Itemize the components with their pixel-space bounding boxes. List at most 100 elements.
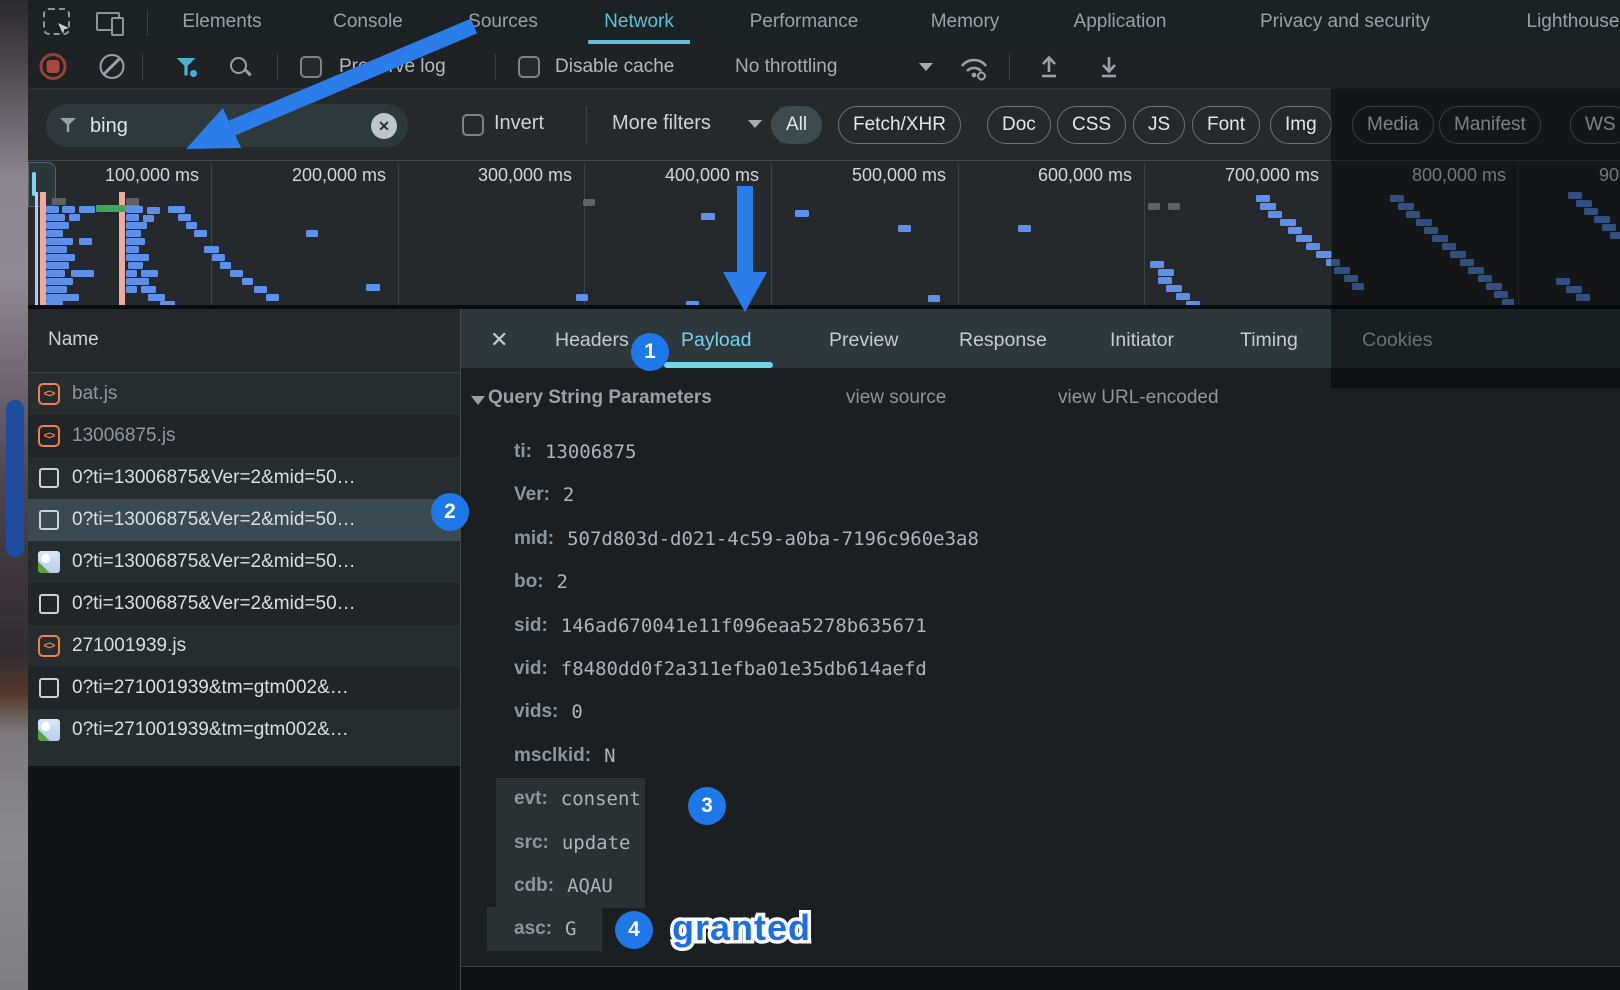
invert-checkbox[interactable] xyxy=(462,114,484,136)
waterfall-bar xyxy=(126,222,147,229)
inspect-element-button[interactable] xyxy=(43,0,70,43)
overview-gridline xyxy=(1144,163,1145,308)
network-conditions-button[interactable] xyxy=(957,45,991,88)
waterfall-bar xyxy=(168,206,185,213)
clear-icon xyxy=(100,54,125,79)
waterfall-bar xyxy=(1150,261,1164,268)
annotation-badge-3: 3 xyxy=(688,787,726,825)
type-pill-all[interactable]: All xyxy=(771,106,822,144)
param-key: bo: xyxy=(514,571,544,593)
upload-icon xyxy=(1037,54,1061,80)
waterfall-bar xyxy=(46,270,65,277)
param-value: 0 xyxy=(571,701,582,723)
waterfall-bar xyxy=(1168,203,1180,210)
overview-gridline xyxy=(771,163,772,308)
detail-tab-initiator[interactable]: Initiator xyxy=(1110,309,1174,368)
tab-network[interactable]: Network xyxy=(588,0,690,44)
table-row-request[interactable]: <>bat.js xyxy=(28,373,460,415)
divider xyxy=(495,54,496,80)
preserve-log-checkbox[interactable] xyxy=(300,45,322,88)
table-row-request[interactable]: 0?ti=13006875&Ver=2&mid=50… xyxy=(28,457,460,499)
name-column-label: Name xyxy=(48,329,99,351)
waterfall-bar xyxy=(126,270,137,277)
view-source-link[interactable]: view source xyxy=(846,387,946,409)
waterfall-bar xyxy=(126,286,137,293)
waterfall-bar xyxy=(126,238,145,245)
detail-tab-payload[interactable]: Payload xyxy=(681,309,751,368)
tab-application[interactable]: Application xyxy=(1058,0,1183,44)
record-stop-icon xyxy=(40,53,67,80)
detail-tab-response[interactable]: Response xyxy=(959,309,1047,368)
waterfall-bar xyxy=(194,230,207,237)
waterfall-bar xyxy=(212,254,225,261)
detail-tab-headers[interactable]: Headers xyxy=(555,309,629,368)
name-column-header[interactable]: Name xyxy=(28,309,460,373)
waterfall-bar xyxy=(266,294,279,301)
tab-privacy-and-security[interactable]: Privacy and security xyxy=(1244,0,1446,44)
tab-elements[interactable]: Elements xyxy=(166,0,277,44)
throttling-select[interactable]: No throttling xyxy=(735,45,837,88)
disable-cache-checkbox[interactable] xyxy=(518,45,540,88)
table-row-request[interactable]: <> 271001939.js xyxy=(28,625,460,667)
filter-funnel-icon xyxy=(60,118,76,132)
export-har-button[interactable] xyxy=(1097,45,1121,88)
detail-tab-timing[interactable]: Timing xyxy=(1240,309,1298,368)
waterfall-bar xyxy=(1306,243,1320,250)
import-har-button[interactable] xyxy=(1037,45,1061,88)
param-key: asc: xyxy=(514,918,552,940)
filter-toggle-button[interactable] xyxy=(176,45,196,88)
tab-lighthouse[interactable]: Lighthouse xyxy=(1511,0,1620,44)
device-toolbar-button[interactable] xyxy=(96,0,124,43)
table-row-request[interactable]: 0?ti=271001939&tm=gtm002&… xyxy=(28,667,460,709)
view-url-encoded-link[interactable]: view URL-encoded xyxy=(1058,387,1219,409)
detail-bottom-strip xyxy=(461,967,1620,990)
type-pill-doc[interactable]: Doc xyxy=(987,106,1051,144)
type-pill-js[interactable]: JS xyxy=(1133,106,1185,144)
filter-text-field[interactable]: ✕ xyxy=(46,104,408,147)
search-button[interactable] xyxy=(228,45,252,88)
waterfall-bar xyxy=(46,246,67,253)
detail-tab-preview[interactable]: Preview xyxy=(829,309,898,368)
type-pill-img[interactable]: Img xyxy=(1270,106,1332,144)
script-icon: <> xyxy=(38,635,60,657)
request-name: 271001939.js xyxy=(72,635,186,657)
param-key: src: xyxy=(514,832,549,854)
waterfall-bar xyxy=(46,214,65,221)
table-row-request[interactable]: <>13006875.js xyxy=(28,415,460,457)
waterfall-bar xyxy=(69,214,80,221)
param-key: vid: xyxy=(514,658,548,680)
type-pill-fetch/xhr[interactable]: Fetch/XHR xyxy=(838,106,961,144)
param-row-src: src: update xyxy=(514,829,631,857)
chevron-down-icon xyxy=(748,120,762,128)
tab-sources[interactable]: Sources xyxy=(452,0,554,44)
close-detail-icon[interactable]: ✕ xyxy=(490,309,508,368)
type-pill-font[interactable]: Font xyxy=(1192,106,1260,144)
tab-console[interactable]: Console xyxy=(317,0,419,44)
script-icon: <> xyxy=(38,425,60,447)
table-row-request[interactable]: 0?ti=13006875&Ver=2&mid=50… xyxy=(28,541,460,583)
filter-input[interactable] xyxy=(88,111,342,141)
more-filters-button[interactable]: More filters xyxy=(612,112,711,135)
waterfall-bar xyxy=(79,238,92,245)
tab-performance[interactable]: Performance xyxy=(734,0,875,44)
stop-recording-button[interactable] xyxy=(40,45,67,88)
clear-network-log-button[interactable] xyxy=(100,45,125,88)
param-value: update xyxy=(562,832,631,854)
waterfall-bar xyxy=(141,286,156,293)
clear-filter-icon[interactable]: ✕ xyxy=(371,113,397,139)
param-row-cdb: cdb:AQAU xyxy=(514,872,613,900)
waterfall-bar xyxy=(1256,195,1270,202)
table-row-request[interactable]: 0?ti=13006875&Ver=2&mid=50… xyxy=(28,583,460,625)
throttling-caret[interactable] xyxy=(919,45,933,88)
type-pill-css[interactable]: CSS xyxy=(1057,106,1126,144)
request-name: 0?ti=271001939&tm=gtm002&… xyxy=(72,677,349,699)
param-value: 2 xyxy=(557,571,568,593)
table-row-request[interactable]: 0?ti=271001939&tm=gtm002&… xyxy=(28,709,460,751)
section-title[interactable]: Query String Parameters xyxy=(488,387,712,409)
tab-memory[interactable]: Memory xyxy=(915,0,1016,44)
collapse-triangle-icon[interactable] xyxy=(471,396,485,405)
disable-cache-label: Disable cache xyxy=(555,45,674,88)
table-row-request[interactable]: 0?ti=13006875&Ver=2&mid=50… xyxy=(28,499,460,541)
overview-tick-label: 700,000 ms xyxy=(1169,163,1319,187)
tutorial-dim-overlay xyxy=(1331,88,1620,388)
